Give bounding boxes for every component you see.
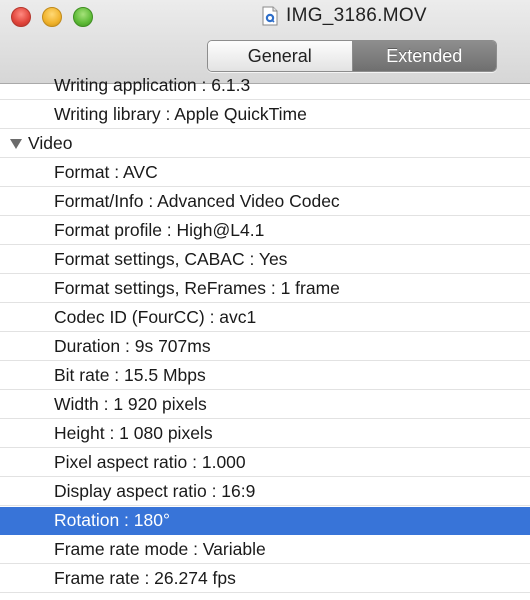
property-row[interactable]: Width : 1 920 pixels bbox=[0, 391, 530, 419]
property-row[interactable]: Codec ID (FourCC) : avc1 bbox=[0, 304, 530, 332]
property-text: Pixel aspect ratio : 1.000 bbox=[54, 452, 246, 472]
property-text: Frame rate mode : Variable bbox=[54, 539, 266, 559]
property-row[interactable]: Display aspect ratio : 16:9 bbox=[0, 478, 530, 506]
property-row[interactable]: Format settings, ReFrames : 1 frame bbox=[0, 275, 530, 303]
property-row[interactable]: Rotation : 180° bbox=[0, 507, 530, 535]
property-row[interactable]: Format settings, CABAC : Yes bbox=[0, 246, 530, 274]
property-text: Bit rate : 15.5 Mbps bbox=[54, 365, 206, 385]
quicktime-document-icon[interactable] bbox=[262, 6, 278, 26]
property-row[interactable]: Format/Info : Advanced Video Codec bbox=[0, 188, 530, 216]
property-text: Duration : 9s 707ms bbox=[54, 336, 211, 356]
property-row[interactable]: Frame rate mode : Variable bbox=[0, 536, 530, 564]
property-text: Rotation : 180° bbox=[54, 510, 170, 530]
window-title: IMG_3186.MOV bbox=[286, 5, 427, 26]
property-row[interactable]: Format : AVC bbox=[0, 159, 530, 187]
property-row[interactable]: Pixel aspect ratio : 1.000 bbox=[0, 449, 530, 477]
disclosure-triangle-icon[interactable] bbox=[10, 139, 22, 149]
property-text: Format : AVC bbox=[54, 162, 158, 182]
property-row[interactable]: Duration : 9s 707ms bbox=[0, 333, 530, 361]
property-text: Codec ID (FourCC) : avc1 bbox=[54, 307, 257, 327]
window: IMG_3186.MOV General Extended Writing ap… bbox=[0, 0, 530, 600]
property-text: Writing application : 6.1.3 bbox=[54, 75, 251, 95]
view-mode-segmented-control[interactable]: General Extended bbox=[207, 40, 497, 72]
section-label: Video bbox=[28, 133, 73, 153]
property-row[interactable]: Writing application : 6.1.3 bbox=[0, 72, 530, 100]
media-info-list[interactable]: Writing application : 6.1.3 Writing libra… bbox=[0, 75, 530, 600]
property-row[interactable]: Format profile : High@L4.1 bbox=[0, 217, 530, 245]
minimize-window-button[interactable] bbox=[42, 7, 62, 27]
property-text: Format/Info : Advanced Video Codec bbox=[54, 191, 340, 211]
property-text: Display aspect ratio : 16:9 bbox=[54, 481, 256, 501]
property-text: Height : 1 080 pixels bbox=[54, 423, 213, 443]
tab-general[interactable]: General bbox=[208, 41, 353, 71]
property-row[interactable]: Writing library : Apple QuickTime bbox=[0, 101, 530, 129]
property-text: Width : 1 920 pixels bbox=[54, 394, 207, 414]
property-row[interactable]: Height : 1 080 pixels bbox=[0, 420, 530, 448]
section-header-row[interactable]: Video bbox=[0, 130, 530, 158]
close-window-button[interactable] bbox=[11, 7, 31, 27]
property-row[interactable]: Bit rate : 15.5 Mbps bbox=[0, 362, 530, 390]
property-text: Format settings, ReFrames : 1 frame bbox=[54, 278, 340, 298]
zoom-window-button[interactable] bbox=[73, 7, 93, 27]
tab-extended[interactable]: Extended bbox=[352, 41, 496, 71]
property-text: Format settings, CABAC : Yes bbox=[54, 249, 288, 269]
property-row[interactable]: Frame rate : 26.274 fps bbox=[0, 565, 530, 593]
property-text: Writing library : Apple QuickTime bbox=[54, 104, 307, 124]
property-text: Frame rate : 26.274 fps bbox=[54, 568, 236, 588]
property-text: Format profile : High@L4.1 bbox=[54, 220, 265, 240]
